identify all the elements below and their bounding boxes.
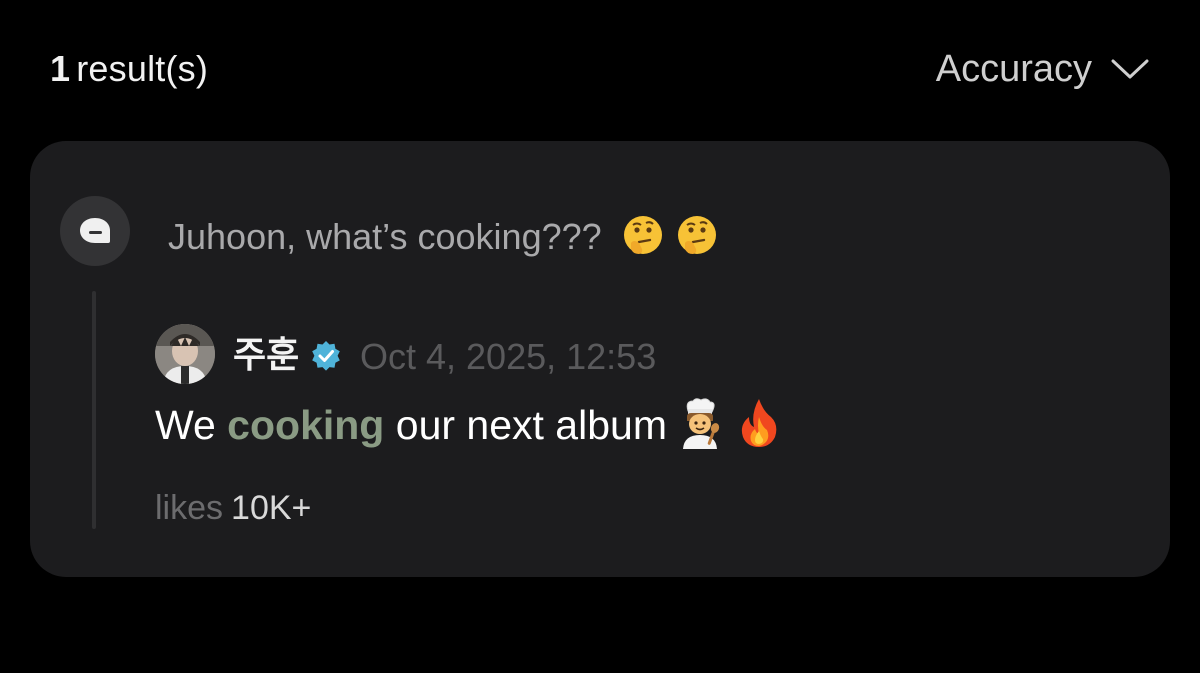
likes-value: 10K+ — [231, 489, 312, 527]
thread-line — [92, 291, 96, 529]
fire-icon — [741, 399, 777, 447]
likes-count: likes 10K+ — [155, 487, 311, 529]
sort-dropdown[interactable]: Accuracy — [936, 46, 1150, 92]
chat-bubble-icon — [80, 218, 110, 243]
question-text: Juhoon, what’s cooking??? — [168, 213, 720, 259]
avatar[interactable] — [155, 324, 215, 384]
reply-text-before: We — [155, 402, 216, 448]
cook-icon — [682, 398, 720, 449]
chevron-down-icon — [1111, 59, 1149, 79]
result-card[interactable]: Juhoon, what’s cooking??? 주훈 Oct 4, 2025… — [30, 141, 1170, 577]
reply-text-after: our next album — [395, 402, 667, 448]
reply-timestamp: Oct 4, 2025, 12:53 — [360, 336, 657, 377]
result-number: 1 — [50, 48, 71, 89]
reply-text: We cooking our next album — [155, 397, 783, 451]
profile-photo-icon — [155, 324, 215, 384]
author-name[interactable]: 주훈 — [233, 333, 299, 377]
sort-label: Accuracy — [935, 48, 1092, 90]
question-icon — [60, 196, 130, 266]
reply-text-highlight: cooking — [227, 402, 385, 448]
result-label: result(s) — [76, 48, 209, 89]
verified-badge-icon — [312, 341, 340, 371]
results-header: 1 result(s) Accuracy — [0, 0, 1200, 140]
result-count: 1 result(s) — [50, 46, 208, 92]
likes-label: likes — [155, 489, 224, 527]
thinking-face-icon — [623, 216, 662, 254]
thinking-face-icon — [677, 216, 716, 254]
question-label: Juhoon, what’s cooking??? — [168, 216, 602, 257]
